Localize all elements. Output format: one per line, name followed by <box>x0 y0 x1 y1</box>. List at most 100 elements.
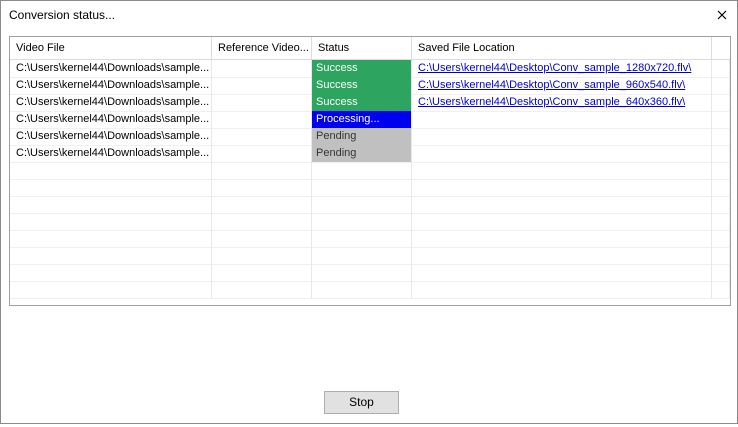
saved-location-cell <box>412 247 712 264</box>
filler-cell <box>712 213 730 230</box>
saved-file-link[interactable]: C:\Users\kernel44\Desktop\Conv_sample_64… <box>418 96 685 108</box>
table-row <box>10 213 730 231</box>
filler-cell <box>712 264 730 281</box>
video-file-cell <box>10 196 212 213</box>
filler-cell <box>712 281 730 298</box>
status-cell <box>312 213 412 230</box>
close-button[interactable] <box>711 4 733 26</box>
reference-video-cell <box>212 247 312 264</box>
saved-location-cell <box>412 264 712 281</box>
reference-video-cell <box>212 264 312 281</box>
table-row <box>10 264 730 282</box>
filler-cell <box>712 145 730 162</box>
filler-cell <box>712 230 730 247</box>
reference-video-cell <box>212 128 312 145</box>
status-cell <box>312 281 412 298</box>
reference-video-cell <box>212 111 312 128</box>
reference-video-cell <box>212 179 312 196</box>
status-badge: Pending <box>312 145 412 162</box>
saved-location-cell <box>412 213 712 230</box>
status-cell <box>312 162 412 179</box>
status-cell <box>312 179 412 196</box>
saved-location-cell <box>412 111 712 128</box>
reference-video-cell <box>212 196 312 213</box>
filler-cell <box>712 128 730 145</box>
filler-cell <box>712 94 730 111</box>
saved-location-cell <box>412 281 712 298</box>
dialog-title: Conversion status... <box>9 8 116 22</box>
status-badge: Success <box>312 60 412 77</box>
reference-video-cell <box>212 162 312 179</box>
conversion-status-dialog: Conversion status... Video File Referenc… <box>0 0 738 424</box>
video-file-cell <box>10 179 212 196</box>
saved-location-cell <box>412 162 712 179</box>
saved-location-cell <box>412 196 712 213</box>
reference-video-cell <box>212 60 312 77</box>
status-badge: Success <box>312 77 412 94</box>
video-file-cell <box>10 230 212 247</box>
status-badge: Processing... <box>312 111 412 128</box>
video-file-cell: C:\Users\kernel44\Downloads\sample... <box>10 60 212 77</box>
video-file-cell: C:\Users\kernel44\Downloads\sample... <box>10 145 212 162</box>
status-cell <box>312 264 412 281</box>
video-file-cell: C:\Users\kernel44\Downloads\sample... <box>10 128 212 145</box>
status-cell <box>312 196 412 213</box>
saved-file-link[interactable]: C:\Users\kernel44\Desktop\Conv_sample_96… <box>418 79 685 91</box>
status-cell <box>312 247 412 264</box>
filler-cell <box>712 247 730 264</box>
filler-cell <box>712 77 730 94</box>
table-row[interactable]: C:\Users\kernel44\Downloads\sample... Suc… <box>10 60 730 78</box>
table-row <box>10 179 730 197</box>
table-row <box>10 230 730 248</box>
table-row[interactable]: C:\Users\kernel44\Downloads\sample... Pen… <box>10 145 730 163</box>
filler-cell <box>712 162 730 179</box>
saved-location-cell <box>412 128 712 145</box>
column-header-video-file[interactable]: Video File <box>10 37 212 59</box>
saved-location-cell: C:\Users\kernel44\Desktop\Conv_sample_12… <box>412 60 712 77</box>
reference-video-cell <box>212 94 312 111</box>
table-row[interactable]: C:\Users\kernel44\Downloads\sample... Pen… <box>10 128 730 146</box>
table-row[interactable]: C:\Users\kernel44\Downloads\sample... Suc… <box>10 77 730 95</box>
table-row <box>10 247 730 265</box>
stop-button[interactable]: Stop <box>324 391 399 414</box>
filler-cell <box>712 196 730 213</box>
table-row <box>10 281 730 299</box>
table-header: Video File Reference Video... Status Sav… <box>10 37 730 60</box>
video-file-cell <box>10 162 212 179</box>
status-cell <box>312 230 412 247</box>
status-badge: Pending <box>312 128 412 145</box>
video-file-cell <box>10 213 212 230</box>
video-file-cell <box>10 281 212 298</box>
reference-video-cell <box>212 213 312 230</box>
video-file-cell <box>10 264 212 281</box>
status-badge: Success <box>312 94 412 111</box>
title-bar: Conversion status... <box>1 1 737 29</box>
table-row[interactable]: C:\Users\kernel44\Downloads\sample... Suc… <box>10 94 730 112</box>
table-row[interactable]: C:\Users\kernel44\Downloads\sample... Pro… <box>10 111 730 129</box>
filler-cell <box>712 60 730 77</box>
column-header-status[interactable]: Status <box>312 37 412 59</box>
filler-cell <box>712 111 730 128</box>
video-file-cell <box>10 247 212 264</box>
saved-location-cell: C:\Users\kernel44\Desktop\Conv_sample_96… <box>412 77 712 94</box>
saved-location-cell <box>412 230 712 247</box>
reference-video-cell <box>212 145 312 162</box>
saved-location-cell <box>412 145 712 162</box>
video-file-cell: C:\Users\kernel44\Downloads\sample... <box>10 111 212 128</box>
table-row <box>10 196 730 214</box>
column-header-filler <box>712 37 730 59</box>
video-file-cell: C:\Users\kernel44\Downloads\sample... <box>10 77 212 94</box>
conversion-table[interactable]: Video File Reference Video... Status Sav… <box>9 36 731 306</box>
table-row <box>10 162 730 180</box>
saved-location-cell: C:\Users\kernel44\Desktop\Conv_sample_64… <box>412 94 712 111</box>
reference-video-cell <box>212 281 312 298</box>
filler-cell <box>712 179 730 196</box>
saved-location-cell <box>412 179 712 196</box>
column-header-reference-video[interactable]: Reference Video... <box>212 37 312 59</box>
close-icon <box>717 10 727 20</box>
column-header-saved-file-location[interactable]: Saved File Location <box>412 37 712 59</box>
reference-video-cell <box>212 230 312 247</box>
saved-file-link[interactable]: C:\Users\kernel44\Desktop\Conv_sample_12… <box>418 62 691 74</box>
reference-video-cell <box>212 77 312 94</box>
video-file-cell: C:\Users\kernel44\Downloads\sample... <box>10 94 212 111</box>
